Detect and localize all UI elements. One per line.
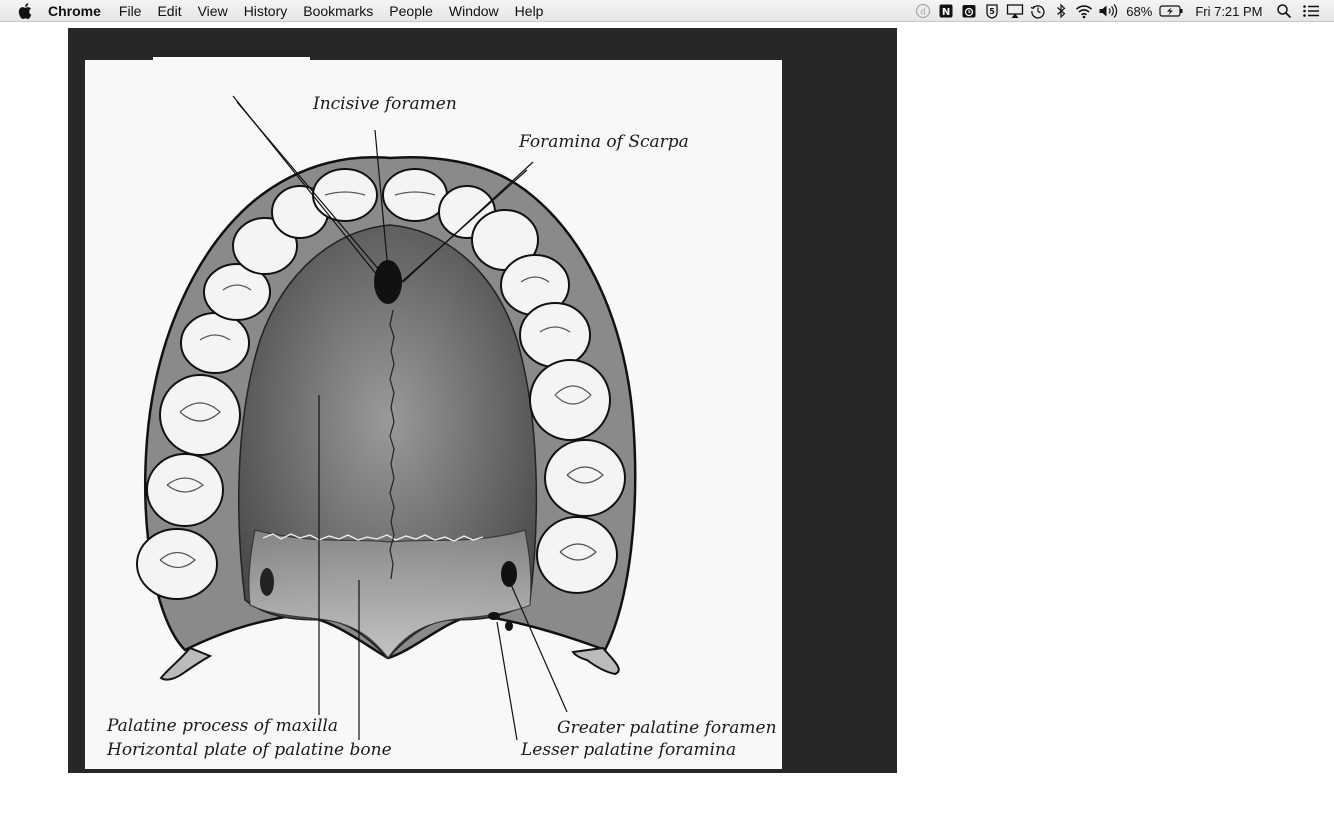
tooth-premolar-right-2 xyxy=(519,302,591,368)
palate-drawing xyxy=(136,95,637,741)
menu-app-name[interactable]: Chrome xyxy=(48,0,111,22)
airplay-icon[interactable] xyxy=(1006,3,1024,19)
svg-text:5: 5 xyxy=(989,7,995,16)
dashlane-icon[interactable]: d xyxy=(914,3,932,19)
notion-icon[interactable]: N xyxy=(937,3,955,19)
menu-history[interactable]: History xyxy=(236,0,296,22)
menu-clock[interactable]: Fri 7:21 PM xyxy=(1195,4,1262,19)
menu-bar-status: d N 5 68% Fri 7:21 PM xyxy=(911,0,1334,22)
tooth-molar-left-1 xyxy=(159,374,241,456)
label-horizontal-plate: Horizontal plate of palatine bone xyxy=(107,740,392,760)
left-posterior-foramen-hole xyxy=(260,568,274,596)
svg-text:d: d xyxy=(920,8,926,18)
menu-file[interactable]: File xyxy=(111,0,150,22)
menu-bar: Chrome File Edit View History Bookmarks … xyxy=(0,0,1334,22)
menu-bar-left: Chrome File Edit View History Bookmarks … xyxy=(0,0,551,21)
volume-icon[interactable] xyxy=(1098,3,1120,19)
tooth-incisor-right-1 xyxy=(382,168,448,222)
tooth-molar-left-2 xyxy=(146,453,224,527)
lesser-palatine-foramen-hole-2 xyxy=(505,621,513,631)
battery-percent: 68% xyxy=(1126,3,1153,19)
right-pterygoid-process xyxy=(571,646,620,676)
five-icon[interactable]: 5 xyxy=(983,3,1001,19)
anatomy-illustration: Incisive foramen Foramina of Scarpa Pala… xyxy=(85,60,782,769)
label-greater-palatine-foramen: Greater palatine foramen xyxy=(557,718,777,738)
tooth-incisor-left-1 xyxy=(312,168,378,222)
menu-edit[interactable]: Edit xyxy=(149,0,189,22)
alarm-icon[interactable] xyxy=(960,3,978,19)
battery-charging-icon[interactable] xyxy=(1159,3,1185,19)
notification-center-icon[interactable] xyxy=(1302,3,1320,19)
label-lesser-palatine-foramina: Lesser palatine foramina xyxy=(521,740,737,760)
greater-palatine-foramen-hole xyxy=(501,561,517,587)
spotlight-search-icon[interactable] xyxy=(1275,3,1293,19)
label-foramina-of-scarpa: Foramina of Scarpa xyxy=(519,132,689,152)
lesser-palatine-foramen-hole-1 xyxy=(488,612,500,620)
left-pterygoid-process xyxy=(159,646,213,681)
tooth-molar-left-3 xyxy=(136,528,218,600)
menu-people[interactable]: People xyxy=(381,0,441,22)
time-machine-icon[interactable] xyxy=(1029,3,1047,19)
apple-icon[interactable] xyxy=(18,2,32,19)
svg-text:N: N xyxy=(942,7,950,18)
bluetooth-icon[interactable] xyxy=(1052,3,1070,19)
wifi-icon[interactable] xyxy=(1075,3,1093,19)
tooth-premolar-left-2 xyxy=(180,312,250,374)
tooth-molar-right-3 xyxy=(536,516,618,594)
label-incisive-foramen: Incisive foramen xyxy=(313,94,457,114)
menu-help[interactable]: Help xyxy=(507,0,552,22)
tooth-molar-right-2 xyxy=(544,439,626,517)
menu-bookmarks[interactable]: Bookmarks xyxy=(295,0,381,22)
menu-view[interactable]: View xyxy=(190,0,236,22)
tooth-molar-right-1 xyxy=(529,359,611,441)
label-palatine-process: Palatine process of maxilla xyxy=(107,716,338,736)
menu-window[interactable]: Window xyxy=(441,0,507,22)
